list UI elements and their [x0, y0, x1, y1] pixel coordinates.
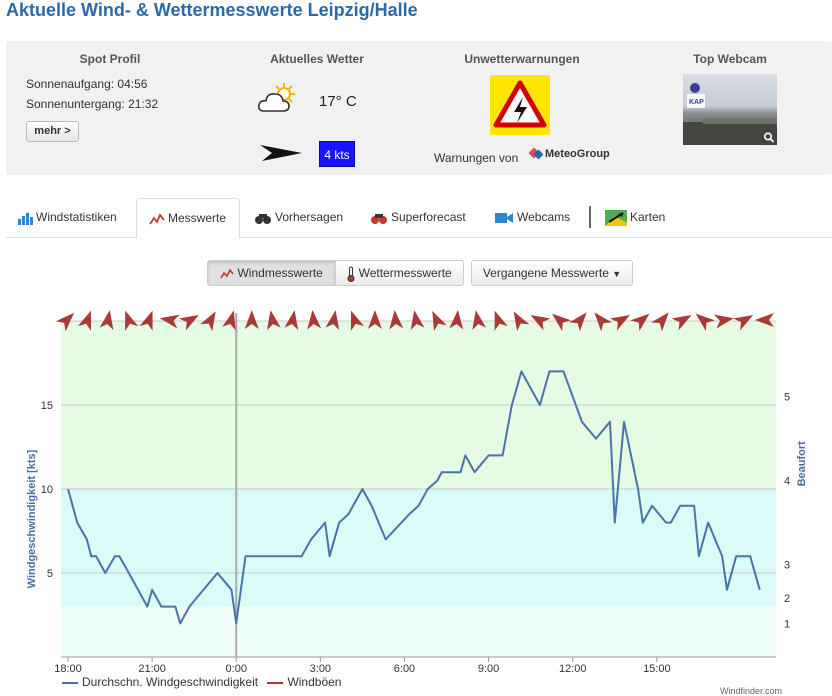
wind-speed-badge: 4 kts [319, 141, 355, 167]
y-tick-label: 5 [47, 568, 53, 580]
windfinder-credit: Windfinder.com [720, 686, 783, 696]
weather-heading: Aktuelles Wetter [270, 52, 364, 66]
x-tick-label: 3:00 [310, 663, 331, 675]
x-tick-label: 12:00 [559, 663, 587, 675]
button-label: Wettermesswerte [358, 266, 452, 280]
info-panel: Spot Profil Sonnenaufgang: 04:56 Sonnenu… [6, 41, 832, 175]
beaufort-tick-label: 3 [784, 560, 790, 572]
meteogroup-logo-icon [529, 148, 544, 160]
tab-divider [589, 206, 591, 228]
tab-superforecast[interactable]: Superforecast [370, 198, 466, 238]
line-chart-icon [149, 213, 165, 225]
tab-vorhersagen[interactable]: Vorhersagen [254, 198, 343, 238]
lightning-warning-icon[interactable] [490, 75, 550, 135]
tab-label: Superforecast [391, 210, 466, 224]
beaufort-tick-label: 1 [784, 618, 790, 630]
dropdown-label: Vergangene Messwerte [482, 266, 609, 280]
y-tick-label: 15 [41, 400, 53, 412]
wind-measurements-button[interactable]: Windmesswerte [207, 260, 336, 286]
meteogroup-logo[interactable]: MeteoGroup [545, 148, 610, 160]
weather-measurements-button[interactable]: Wettermesswerte [335, 260, 464, 286]
y-axis-label: Windgeschwindigkeit [kts] [26, 449, 38, 588]
x-tick-label: 21:00 [138, 663, 166, 675]
legend-item-avg[interactable]: Durchschn. Windgeschwindigkeit [62, 675, 261, 689]
sunset-text: Sonnenuntergang: 21:32 [26, 97, 159, 111]
binoculars-red-icon [371, 213, 387, 224]
warnings-heading: Unwetterwarnungen [464, 52, 580, 66]
tab-label: Webcams [517, 210, 571, 224]
x-tick-label: 15:00 [643, 663, 671, 675]
temperature-value: 17° C [319, 93, 357, 110]
tab-webcams[interactable]: Webcams [494, 198, 570, 238]
partly-cloudy-icon [258, 83, 295, 112]
tab-label: Messwerte [168, 211, 227, 225]
band-0 [61, 606, 776, 657]
page-title: Aktuelle Wind- & Wettermesswerte Leipzig… [6, 0, 418, 20]
legend-label: Durchschn. Windgeschwindigkeit [82, 675, 259, 689]
more-button[interactable]: mehr > [26, 121, 79, 142]
button-label: Windmesswerte [237, 266, 323, 280]
legend-swatch-avg [62, 681, 78, 684]
spot-profile-heading: Spot Profil [79, 52, 141, 66]
x-tick-label: 0:00 [226, 663, 247, 675]
svg-text:KAP: KAP [689, 99, 704, 106]
thermometer-icon [347, 266, 355, 282]
x-tick-label: 18:00 [54, 663, 82, 675]
past-measurements-dropdown[interactable]: Vergangene Messwerte ▼ [471, 260, 633, 286]
binoculars-icon [255, 213, 271, 224]
legend-swatch-gusts [267, 681, 284, 684]
caret-down-icon: ▼ [612, 269, 622, 279]
chart-legend: Durchschn. Windgeschwindigkeit Windböen [62, 675, 341, 689]
camera-icon [495, 212, 513, 223]
webcam-heading: Top Webcam [693, 52, 767, 66]
beaufort-tick-label: 4 [784, 476, 790, 488]
map-icon [605, 209, 627, 226]
legend-item-gusts[interactable]: Windböen [267, 675, 341, 689]
beaufort-axis-label: Beaufort [796, 441, 808, 487]
x-tick-label: 6:00 [394, 663, 415, 675]
tab-label: Windstatistiken [36, 210, 117, 224]
beaufort-tick-label: 2 [784, 593, 790, 605]
x-tick-label: 9:00 [478, 663, 499, 675]
tab-windstatistiken[interactable]: Windstatistiken [17, 198, 117, 238]
webcam-thumbnail[interactable]: KAP [683, 74, 777, 145]
wind-chart: 5 10 15 1 2 3 4 5 18:00 21:00 0:00 3:00 6:00 9:00 12:0… [26, 310, 808, 675]
beaufort-tick-label: 5 [784, 392, 790, 404]
line-chart-icon [220, 268, 234, 279]
wind-arrow-icon [260, 145, 302, 161]
sunrise-text: Sonnenaufgang: 04:56 [26, 77, 148, 91]
magnifier-icon[interactable] [761, 130, 777, 145]
tab-label: Karten [630, 210, 666, 224]
tab-label: Vorhersagen [275, 210, 344, 224]
bar-chart-icon [18, 212, 33, 225]
tab-messwerte[interactable]: Messwerte [136, 198, 240, 239]
warnings-provided-by: Warnungen von [434, 151, 519, 165]
legend-label: Windböen [287, 675, 342, 689]
tab-karten[interactable]: Karten [605, 198, 665, 238]
tab-bar: Windstatistiken Messwerte Vorhersagen Su… [6, 198, 832, 239]
y-tick-label: 10 [41, 484, 53, 496]
